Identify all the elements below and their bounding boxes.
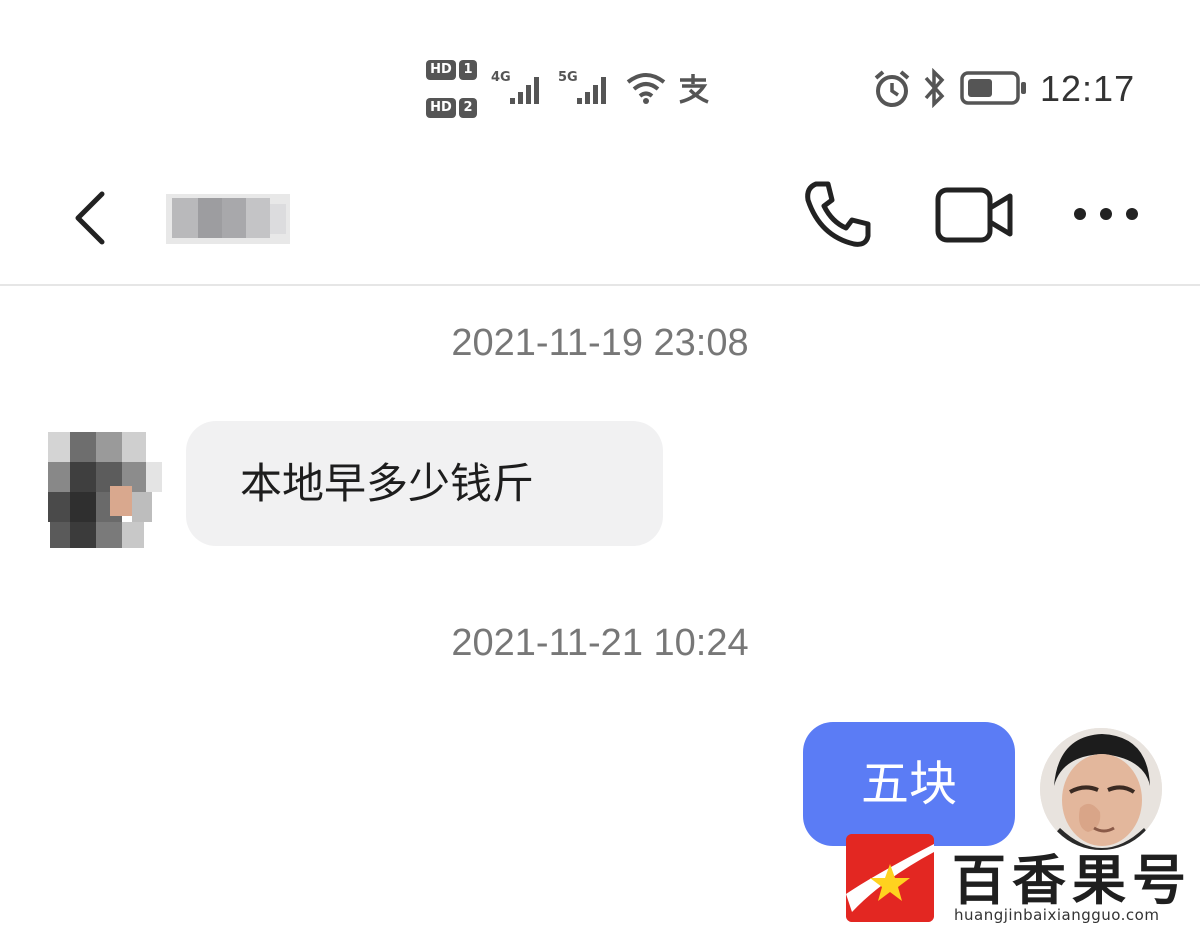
bluetooth-icon xyxy=(924,68,945,108)
contact-avatar-blurred[interactable] xyxy=(40,418,170,556)
chat-header xyxy=(0,150,1200,286)
more-dots-icon[interactable] xyxy=(1070,204,1144,224)
signal-icon xyxy=(510,77,539,104)
hd-badge-sim2: HD xyxy=(426,98,456,118)
watermark: 百香果号 huangjinbaixiangguo.com xyxy=(842,828,1200,932)
chevron-left-icon[interactable] xyxy=(70,190,110,246)
phone-icon[interactable] xyxy=(800,178,876,250)
status-bar: HD 1 HD 2 4G 5G 12:17 xyxy=(0,0,1200,140)
status-time: 12:17 xyxy=(1040,68,1136,109)
watermark-url: huangjinbaixiangguo.com xyxy=(954,906,1160,924)
star-logo-icon xyxy=(846,834,934,922)
video-camera-icon[interactable] xyxy=(934,184,1016,244)
sim1-number: 1 xyxy=(459,60,477,80)
battery-icon xyxy=(960,71,1026,105)
alarm-icon xyxy=(874,70,910,107)
signal-icon xyxy=(577,77,606,104)
hd-badge-sim1: HD xyxy=(426,60,456,80)
message-timestamp: 2021-11-19 23:08 xyxy=(451,322,749,364)
incoming-message-bubble[interactable]: 本地早多少钱斤 xyxy=(186,421,663,546)
watermark-title: 百香果号 xyxy=(952,849,1192,912)
message-timestamp: 2021-11-21 10:24 xyxy=(451,622,749,664)
wifi-icon xyxy=(626,73,666,104)
alipay-icon xyxy=(679,74,709,104)
sim2-number: 2 xyxy=(459,98,477,118)
contact-name-blurred xyxy=(166,194,290,244)
